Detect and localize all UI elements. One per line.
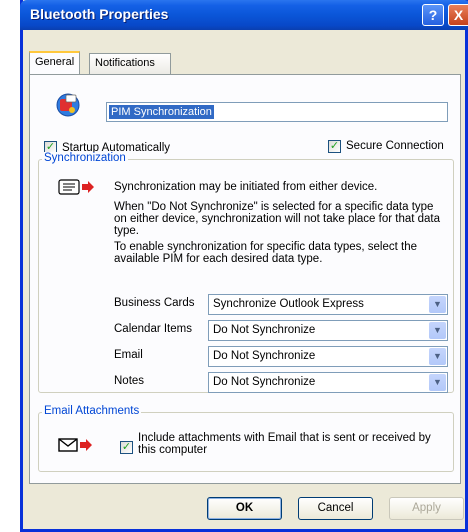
include-attachments-checkbox[interactable]: ✓ xyxy=(120,441,133,454)
dropdown-arrow-icon[interactable]: ▼ xyxy=(429,374,446,391)
sync-info-text-1: Synchronization may be initiated from ei… xyxy=(114,181,378,193)
title-bar[interactable]: Bluetooth Properties ? X xyxy=(20,0,468,30)
business-cards-label: Business Cards xyxy=(114,297,195,309)
email-label: Email xyxy=(114,349,143,361)
synchronization-group-title: Synchronization xyxy=(42,152,128,164)
secure-connection-label: Secure Connection xyxy=(346,140,444,152)
sync-icon xyxy=(56,93,80,117)
calendar-items-label: Calendar Items xyxy=(114,323,192,335)
cancel-button[interactable]: Cancel xyxy=(298,497,373,520)
dropdown-arrow-icon[interactable]: ▼ xyxy=(429,296,446,313)
general-panel: PIM Synchronization ✓ Startup Automatica… xyxy=(29,74,461,484)
help-button[interactable]: ? xyxy=(422,4,444,26)
close-button[interactable]: X xyxy=(448,4,468,26)
business-cards-value: Synchronize Outlook Express xyxy=(213,298,364,310)
apply-button[interactable]: Apply xyxy=(389,497,464,520)
email-attachments-group-title: Email Attachments xyxy=(42,405,142,417)
email-dropdown[interactable]: Do Not Synchronize ▼ xyxy=(208,346,448,367)
service-name-value: PIM Synchronization xyxy=(109,105,214,119)
window-title: Bluetooth Properties xyxy=(30,6,169,22)
notes-value: Do Not Synchronize xyxy=(213,376,316,388)
service-name-field[interactable]: PIM Synchronization xyxy=(106,102,448,122)
dropdown-arrow-icon[interactable]: ▼ xyxy=(429,322,446,339)
tab-general[interactable]: General xyxy=(29,51,81,74)
notes-dropdown[interactable]: Do Not Synchronize ▼ xyxy=(208,372,448,393)
email-icon xyxy=(58,438,92,452)
dropdown-arrow-icon[interactable]: ▼ xyxy=(429,348,446,365)
secure-connection-checkbox[interactable]: ✓ xyxy=(328,140,341,153)
sync-info-text-2: When "Do Not Synchronize" is selected fo… xyxy=(114,201,441,237)
ok-button[interactable]: OK xyxy=(207,497,282,520)
pim-icon xyxy=(58,179,94,195)
sync-info-text-3: To enable synchronization for specific d… xyxy=(114,241,418,265)
include-attachments-label: Include attachments with Email that is s… xyxy=(138,432,431,456)
notes-label: Notes xyxy=(114,375,145,387)
calendar-items-dropdown[interactable]: Do Not Synchronize ▼ xyxy=(208,320,448,341)
bluetooth-properties-window: Bluetooth Properties ? X General Notific… xyxy=(20,0,468,532)
tab-notifications[interactable]: Notifications xyxy=(89,53,171,74)
email-value: Do Not Synchronize xyxy=(213,350,316,362)
calendar-items-value: Do Not Synchronize xyxy=(213,324,316,336)
business-cards-dropdown[interactable]: Synchronize Outlook Express ▼ xyxy=(208,294,448,315)
